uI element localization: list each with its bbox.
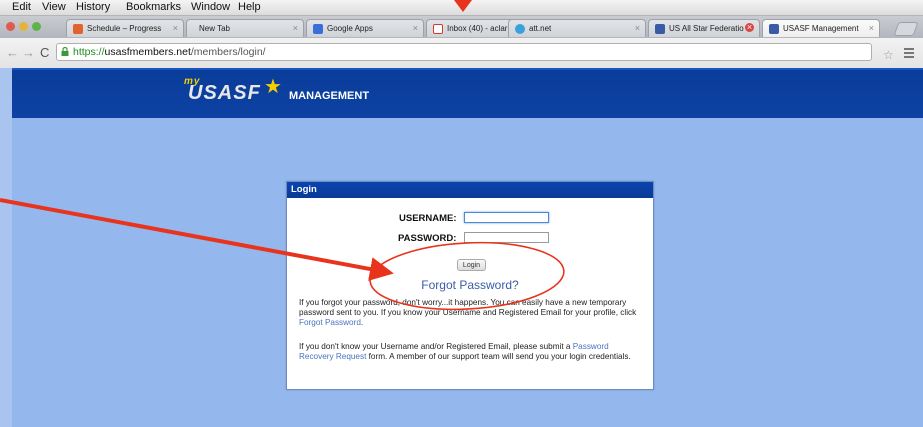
tab-google-apps[interactable]: Google Apps × bbox=[306, 19, 424, 37]
login-button[interactable]: Login bbox=[457, 259, 486, 271]
menu-edit[interactable]: Edit bbox=[12, 1, 31, 13]
tab-att[interactable]: att.net × bbox=[508, 19, 646, 37]
help-text-part: If you forgot your password, don't worry… bbox=[299, 298, 637, 317]
browser-toolbar: ← → C https://usasfmembers.net/members/l… bbox=[0, 38, 923, 69]
reload-icon[interactable]: C bbox=[40, 45, 49, 60]
forward-arrow-icon[interactable]: → bbox=[22, 45, 35, 60]
window-minimize-button[interactable] bbox=[19, 22, 28, 31]
inline-forgot-password-link[interactable]: Forgot Password bbox=[299, 318, 361, 327]
new-tab-button[interactable] bbox=[893, 22, 919, 36]
usasf-icon bbox=[769, 24, 779, 34]
logo-my: my bbox=[184, 76, 201, 87]
lock-icon bbox=[61, 47, 69, 56]
help-text-part: form. A member of our support team will … bbox=[366, 352, 631, 361]
tab-label: USASF Management bbox=[783, 24, 859, 33]
url-path: /members/login/ bbox=[190, 46, 266, 58]
address-bar[interactable]: https://usasfmembers.net/members/login/ bbox=[56, 43, 872, 61]
username-input[interactable] bbox=[464, 212, 549, 223]
login-panel-title: Login bbox=[287, 182, 653, 198]
help-text-part: . bbox=[360, 318, 364, 327]
menu-view[interactable]: View bbox=[42, 1, 66, 13]
att-icon bbox=[515, 24, 525, 34]
menu-bookmarks[interactable]: Bookmarks bbox=[126, 1, 181, 13]
tab-label: Google Apps bbox=[327, 24, 373, 33]
back-arrow-icon[interactable]: ← bbox=[6, 45, 19, 60]
window-zoom-button[interactable] bbox=[32, 22, 41, 31]
page-left-edge bbox=[0, 68, 12, 427]
tab-close-icon[interactable]: × bbox=[869, 23, 874, 33]
tab-new-tab[interactable]: New Tab × bbox=[186, 19, 304, 37]
window-close-button[interactable] bbox=[6, 22, 15, 31]
url-host: usasfmembers.net bbox=[104, 46, 191, 58]
usasf-logo[interactable]: my USASF bbox=[184, 76, 261, 105]
menu-window[interactable]: Window bbox=[191, 1, 230, 13]
password-input[interactable] bbox=[464, 232, 549, 243]
tab-us-all-star[interactable]: US All Star Federatio × bbox=[648, 19, 760, 37]
password-label: PASSWORD: bbox=[398, 233, 457, 244]
tab-close-icon[interactable]: × bbox=[173, 23, 178, 33]
tab-strip: Schedule – Progress × New Tab × Google A… bbox=[0, 16, 923, 38]
calendar-icon bbox=[73, 24, 83, 34]
login-panel: Login USERNAME: PASSWORD: Login Forgot P… bbox=[286, 181, 654, 390]
forgot-password-link[interactable]: Forgot Password? bbox=[287, 278, 653, 292]
tab-schedule[interactable]: Schedule – Progress × bbox=[66, 19, 184, 37]
site-title: MANAGEMENT bbox=[289, 90, 370, 102]
tab-close-icon[interactable]: × bbox=[745, 23, 754, 32]
help-text-part: If you don't know your Username and/or R… bbox=[299, 342, 573, 351]
google-apps-icon bbox=[313, 24, 323, 34]
tab-close-icon[interactable]: × bbox=[635, 23, 640, 33]
gmail-icon bbox=[433, 24, 443, 34]
recovery-help-text: If you don't know your Username and/or R… bbox=[299, 342, 645, 362]
username-label: USERNAME: bbox=[399, 213, 457, 224]
usasf-icon bbox=[655, 24, 665, 34]
menu-history[interactable]: History bbox=[76, 1, 110, 13]
site-header: my USASF ★ MANAGEMENT bbox=[12, 68, 923, 118]
tab-label: att.net bbox=[529, 24, 552, 33]
menu-help[interactable]: Help bbox=[238, 1, 261, 13]
tab-label: US All Star Federatio bbox=[669, 24, 744, 33]
tab-label: New Tab bbox=[199, 24, 230, 33]
url-scheme: https:// bbox=[73, 46, 105, 58]
tab-close-icon[interactable]: × bbox=[413, 23, 418, 33]
tab-label: Schedule – Progress bbox=[87, 24, 162, 33]
logo-star-icon: ★ bbox=[264, 76, 282, 98]
forgot-help-text: If you forgot your password, don't worry… bbox=[299, 298, 645, 328]
mac-menu-bar: Edit View History Bookmarks Window Help bbox=[0, 0, 923, 16]
tab-usasf-management[interactable]: USASF Management × bbox=[762, 19, 880, 37]
menu-icon[interactable] bbox=[904, 48, 914, 60]
tab-close-icon[interactable]: × bbox=[293, 23, 298, 33]
bookmark-star-icon[interactable]: ☆ bbox=[883, 48, 894, 62]
